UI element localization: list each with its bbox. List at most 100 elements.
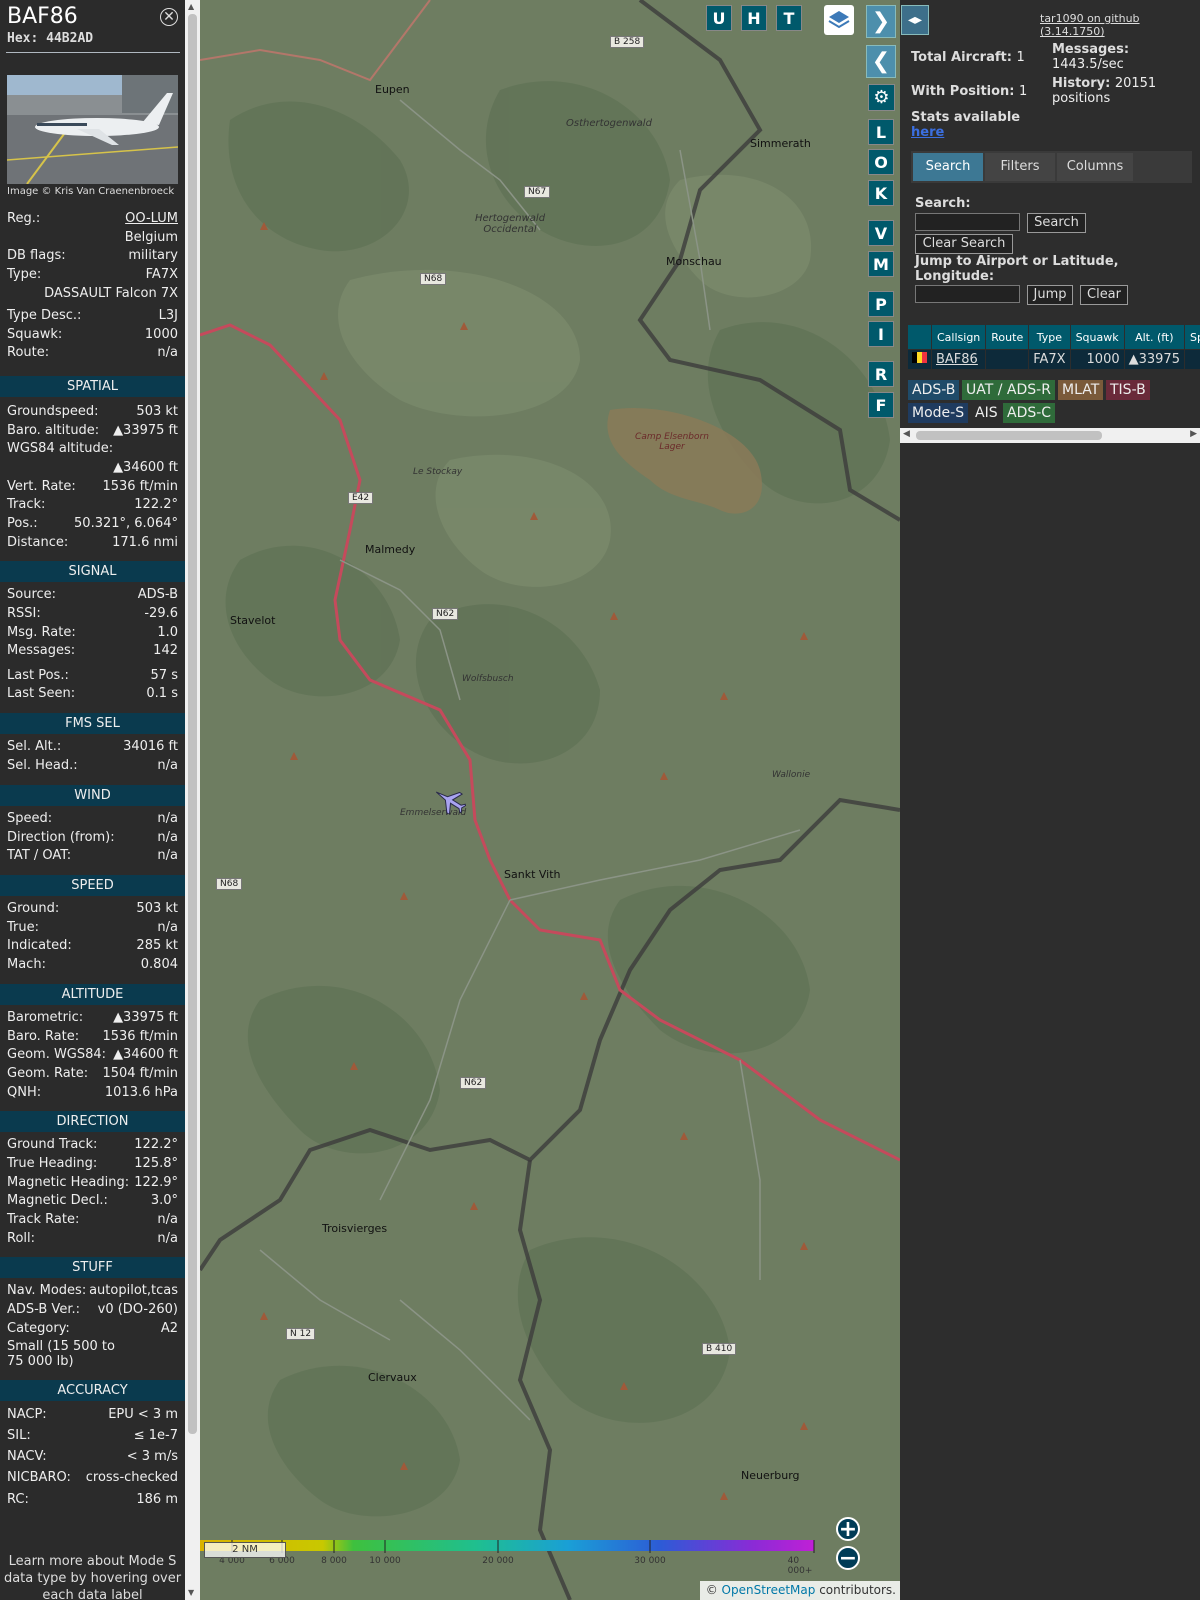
legend-item[interactable]: UAT / ADS-R	[962, 380, 1055, 400]
map-view[interactable]: Eupen Osthertogenwald Simmerath Hertogenwal…	[200, 0, 900, 1600]
info-row-label: RSSI:	[7, 606, 41, 621]
scrollbar-thumb[interactable]	[188, 14, 197, 1434]
info-row-value: 1013.6 hPa	[104, 1085, 178, 1100]
legend-item[interactable]: AIS	[971, 403, 1002, 423]
belgium-flag-icon	[907, 349, 932, 370]
map-button-t[interactable]: T	[776, 5, 802, 31]
info-row-value: 125.8°	[134, 1156, 178, 1171]
jump-input[interactable]	[915, 285, 1020, 303]
info-row-label: Track Rate:	[7, 1212, 80, 1227]
clear-search-button[interactable]: Clear Search	[915, 234, 1013, 254]
legend-item[interactable]: ADS-B	[908, 380, 960, 400]
next-icon[interactable]: ❯	[866, 5, 896, 38]
stats-here-link[interactable]: here	[911, 125, 944, 140]
col-flag[interactable]	[907, 324, 932, 350]
altitude-tick-label: 30 000	[634, 1556, 666, 1566]
info-row-value: 1536 ft/min	[102, 479, 178, 494]
tab-search[interactable]: Search	[913, 153, 983, 181]
info-row-value: n/a	[157, 830, 178, 845]
col-type[interactable]: Type	[1028, 324, 1071, 350]
legend-item[interactable]: ADS-C	[1003, 403, 1056, 423]
col-callsign[interactable]: Callsign	[930, 324, 987, 350]
map-button-o[interactable]: O	[868, 149, 894, 175]
info-row-label: Magnetic Decl.:	[7, 1193, 108, 1208]
info-row-label: Reg.:	[7, 211, 41, 226]
col-squawk[interactable]: Squawk	[1069, 324, 1125, 350]
search-button[interactable]: Search	[1027, 213, 1086, 233]
info-row-label: Squawk:	[7, 327, 63, 342]
map-button-u[interactable]: U	[706, 5, 732, 31]
jump-button[interactable]: Jump	[1027, 285, 1073, 305]
info-row-label: Mach:	[7, 957, 46, 972]
info-row-label: Category:	[7, 1321, 70, 1336]
with-position: With Position: 1	[911, 84, 1027, 99]
legend-item[interactable]: Mode-S	[908, 403, 969, 423]
table-row[interactable]: BAF86 FA7X 1000 ▲33975	[907, 349, 1200, 370]
registration-link[interactable]: OO-LUM	[125, 211, 178, 226]
info-row-label: WGS84 altitude:	[7, 441, 114, 456]
section-header-stuff: STUFF	[0, 1257, 185, 1278]
info-row-label: DB flags:	[7, 248, 66, 263]
clear-jump-button[interactable]: Clear	[1080, 285, 1128, 305]
map-place-label: Malmedy	[365, 543, 416, 556]
info-row-value: L3J	[158, 308, 178, 323]
info-row-label: QNH:	[7, 1085, 42, 1100]
row-callsign[interactable]: BAF86	[930, 349, 987, 370]
map-button-m[interactable]: M	[868, 251, 894, 277]
map-button-f[interactable]: F	[868, 392, 894, 418]
section-header-direction: DIRECTION	[0, 1111, 185, 1132]
info-row-label: Source:	[7, 587, 57, 602]
section-header-fms: FMS SEL	[0, 713, 185, 734]
settings-gear-icon[interactable]: ⚙	[868, 84, 895, 111]
map-button-k[interactable]: K	[868, 180, 894, 206]
map-road-label: B 258	[610, 36, 645, 48]
col-speed[interactable]: Spd	[1183, 324, 1200, 350]
info-row-value: n/a	[157, 1231, 178, 1246]
jump-label: Jump to Airport or Latitude, Longitude:	[915, 254, 1119, 284]
section-header-speed: SPEED	[0, 875, 185, 896]
info-row-value: 503 kt	[136, 404, 178, 419]
search-label: Search:	[915, 196, 971, 211]
info-row-label: Nav. Modes:	[7, 1283, 87, 1298]
info-row-value: DASSAULT Falcon 7X	[44, 286, 178, 301]
map-button-l[interactable]: L	[868, 119, 894, 145]
zoom-in-icon[interactable]: +	[836, 1517, 860, 1541]
github-link[interactable]: tar1090 on github (3.14.1750)	[1040, 12, 1200, 38]
expand-panel-icon[interactable]: ◂▸	[901, 5, 929, 35]
aircraft-photo[interactable]	[7, 75, 178, 184]
legend-item[interactable]: MLAT	[1058, 380, 1104, 400]
info-row-value: 122.9°	[134, 1175, 178, 1190]
altitude-scale-labels: 4 000 6 000 8 000 10 000 20 000 30 000 4…	[200, 1556, 820, 1576]
info-row-value: ▲34600 ft	[113, 1047, 178, 1062]
history-label: History:	[1052, 76, 1111, 91]
section-header-altitude: ALTITUDE	[0, 984, 185, 1005]
table-horizontal-scrollbar[interactable]: ◀ ▶	[900, 428, 1200, 443]
tab-filters[interactable]: Filters	[985, 153, 1055, 181]
close-icon[interactable]: ✕	[160, 8, 178, 26]
info-row-label: ADS-B Ver.:	[7, 1302, 80, 1317]
info-row-label: Geom. WGS84:	[7, 1047, 107, 1062]
zoom-out-icon[interactable]: −	[836, 1546, 860, 1570]
osm-link[interactable]: OpenStreetMap	[722, 1583, 816, 1597]
tab-columns[interactable]: Columns	[1057, 153, 1133, 181]
map-button-i[interactable]: I	[868, 321, 894, 347]
search-input[interactable]	[915, 213, 1020, 231]
scrollbar-thumb[interactable]	[916, 431, 1102, 440]
prev-icon[interactable]: ❮	[866, 45, 896, 78]
info-row-value: 1.0	[157, 625, 178, 640]
col-altitude[interactable]: Alt. (ft)	[1123, 324, 1185, 350]
legend-item[interactable]: TIS-B	[1106, 380, 1150, 400]
map-button-v[interactable]: V	[868, 220, 894, 246]
layers-icon[interactable]	[824, 5, 854, 35]
info-row-label: Roll:	[7, 1231, 36, 1246]
section-header-accuracy: ACCURACY	[0, 1380, 185, 1401]
map-button-h[interactable]: H	[741, 5, 767, 31]
map-button-r[interactable]: R	[868, 361, 894, 387]
map-button-p[interactable]: P	[868, 291, 894, 317]
image-credit: Image © Kris Van Craenenbroeck	[7, 186, 175, 197]
left-panel-scrollbar[interactable]: ▲ ▼	[185, 0, 200, 1600]
row-type: FA7X	[1028, 349, 1071, 370]
col-route[interactable]: Route	[985, 324, 1030, 350]
info-row-label: Distance:	[7, 535, 69, 550]
aircraft-marker-icon[interactable]	[432, 786, 466, 814]
